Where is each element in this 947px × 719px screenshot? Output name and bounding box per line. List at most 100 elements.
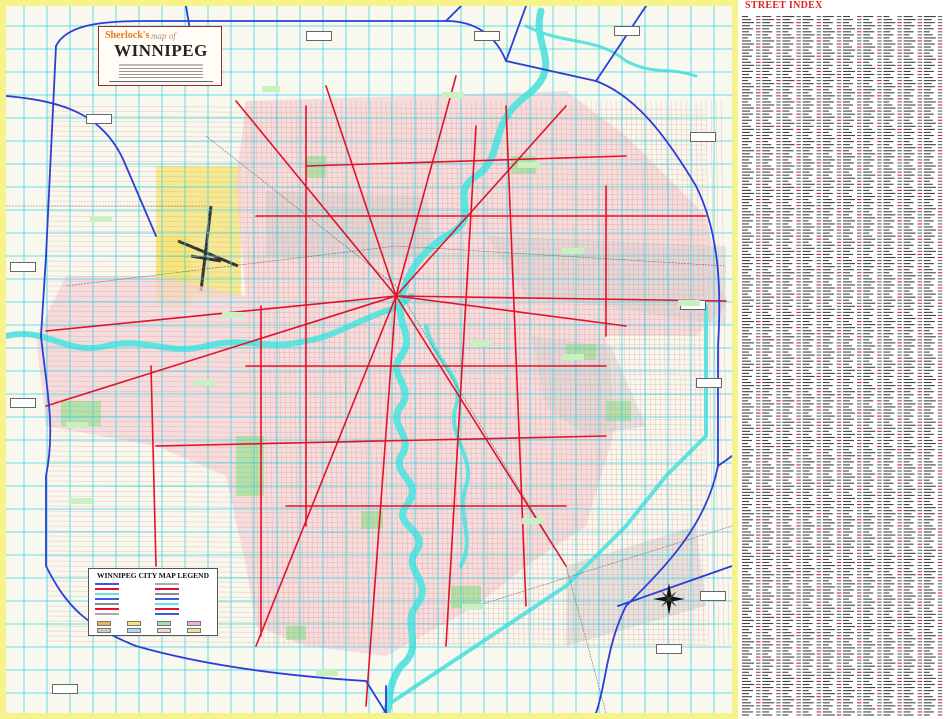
index-entry-name <box>782 546 792 548</box>
index-entry-name <box>903 220 911 222</box>
index-entry-name <box>742 324 750 326</box>
index-entry-name <box>782 49 793 51</box>
index-entry-ref <box>877 223 882 225</box>
index-entry-name <box>843 586 851 588</box>
index-entry-name <box>903 95 914 97</box>
index-entry-ref <box>756 241 761 243</box>
index-entry-name <box>762 549 772 551</box>
index-entry-ref <box>937 351 943 353</box>
index-entry-ref <box>816 522 822 524</box>
index-entry-ref <box>816 510 822 512</box>
index-entry-name <box>742 378 748 381</box>
index-entry-name <box>883 31 891 33</box>
index-entry-ref <box>897 537 902 539</box>
index-entry-ref <box>756 250 761 252</box>
index-entry-name <box>923 363 935 365</box>
index-entry-ref <box>877 220 882 222</box>
index-entry-name <box>802 189 814 191</box>
index-entry-name <box>863 354 871 356</box>
index-entry-ref <box>917 443 923 445</box>
index-entry-ref <box>796 70 801 72</box>
index-entry-name <box>762 586 773 588</box>
index-entry-ref <box>857 34 862 36</box>
index-entry-ref <box>796 549 801 551</box>
index-entry-name <box>802 150 810 152</box>
index-entry-ref <box>857 366 862 368</box>
index-entry-name <box>883 131 892 133</box>
index-entry-name <box>903 192 912 194</box>
index-entry-ref <box>917 421 923 423</box>
index-entry-ref <box>776 147 781 149</box>
index-entry-ref <box>877 317 882 320</box>
index-entry-ref <box>816 516 822 518</box>
index-entry-ref <box>877 449 882 451</box>
index-entry-ref <box>917 668 923 670</box>
index-entry-ref <box>917 287 923 289</box>
index-entry-ref <box>937 635 943 637</box>
index-entry-ref <box>776 711 781 713</box>
index-entry-ref <box>857 464 862 466</box>
index-entry-ref <box>756 507 761 509</box>
index-entry-name <box>883 382 893 384</box>
index-entry-name <box>782 507 795 509</box>
index-entry-name <box>782 226 792 228</box>
street-index-columns[interactable] <box>742 14 946 719</box>
index-entry-ref <box>937 113 943 115</box>
index-entry-ref <box>937 629 943 631</box>
index-entry-name <box>782 168 791 170</box>
index-entry-ref <box>877 363 882 365</box>
index-entry-ref <box>816 494 822 496</box>
index-entry-name <box>843 235 849 237</box>
index-entry-name <box>923 607 930 609</box>
index-entry-ref <box>857 311 862 313</box>
index-entry-name <box>802 369 809 371</box>
index-entry-name <box>903 217 915 219</box>
index-entry-ref <box>897 229 902 231</box>
index-entry-ref <box>836 522 842 524</box>
index-entry-name <box>802 64 810 66</box>
index-entry-ref <box>857 290 862 292</box>
index-entry-ref <box>776 479 781 481</box>
index-entry-ref <box>937 467 943 469</box>
index-entry-name <box>843 275 853 277</box>
index-entry-ref <box>897 708 902 710</box>
index-entry-name <box>782 360 791 362</box>
index-entry-ref <box>836 592 842 594</box>
index-entry-name <box>883 409 892 411</box>
index-entry-ref <box>917 513 923 515</box>
index-entry-name <box>782 58 795 60</box>
index-entry-ref <box>836 461 842 463</box>
index-entry-ref <box>937 168 943 170</box>
index-entry-ref <box>776 427 781 429</box>
index-entry-name <box>802 690 809 692</box>
index-entry-ref <box>937 101 943 103</box>
index-entry-ref <box>937 519 943 521</box>
index-entry-name <box>742 46 750 48</box>
index-entry-ref <box>897 507 902 509</box>
index-entry-name <box>802 205 815 207</box>
index-entry-name <box>923 40 932 42</box>
index-entry-name <box>863 244 875 246</box>
map-area[interactable]: Sherlock's map of WINNIPEG WINNIPEG CITY… <box>6 6 732 713</box>
index-entry-name <box>923 711 934 713</box>
index-entry-ref <box>776 577 781 579</box>
index-entry-ref <box>776 626 781 628</box>
index-entry-name <box>843 31 851 33</box>
index-entry-ref <box>816 424 822 426</box>
index-entry-ref <box>857 555 862 557</box>
street-index-panel[interactable]: STREET INDEX <box>740 0 947 719</box>
index-entry-ref <box>937 165 943 167</box>
index-entry-name <box>802 46 813 48</box>
index-entry-name <box>822 296 830 298</box>
index-entry-name <box>782 284 793 286</box>
index-entry-name <box>903 708 915 710</box>
index-entry-ref <box>776 134 781 137</box>
index-entry-ref <box>877 260 882 262</box>
index-entry-ref <box>937 546 943 548</box>
index-entry-name <box>762 55 769 57</box>
index-entry-ref <box>877 659 882 661</box>
index-entry-ref <box>816 555 822 557</box>
index-entry-ref <box>857 244 862 246</box>
index-entry-name <box>782 583 793 585</box>
index-entry-name <box>883 430 892 432</box>
